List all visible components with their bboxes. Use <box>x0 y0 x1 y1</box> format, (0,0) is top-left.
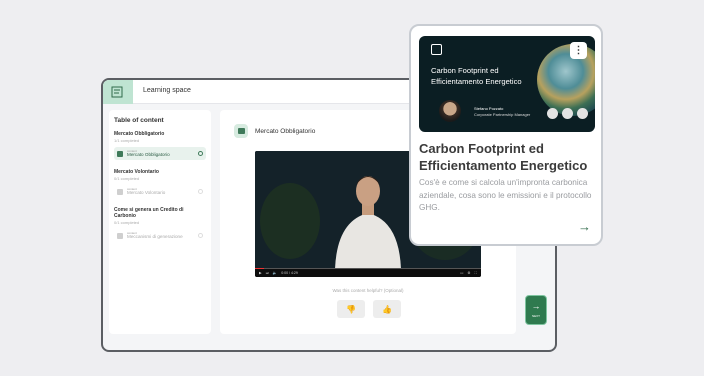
video-icon <box>117 232 123 239</box>
card-description: Cos'è e come si calcola un'impronta carb… <box>419 178 592 213</box>
next-button[interactable]: → NEXT <box>525 295 547 325</box>
section-title: Come si genera un Credito di Carbonio <box>114 207 184 219</box>
section-title: Mercato Obbligatorio <box>114 131 165 137</box>
book-icon <box>111 86 123 98</box>
toc-section: Mercato Volontario 0/1 completed content… <box>114 169 206 198</box>
book-icon <box>431 44 442 55</box>
partner-badges <box>547 108 588 119</box>
check-icon <box>198 233 203 238</box>
thumbs-down-button[interactable]: 👎 <box>337 300 365 318</box>
thumbs-up-icon: 👍 <box>382 304 392 314</box>
badge-icon <box>547 108 558 119</box>
item-name: Meccanismi di generazione <box>127 233 183 239</box>
fullscreen-icon[interactable]: ⛶ <box>475 271 477 275</box>
table-of-content: Table of content Mercato Obbligatorio 1/… <box>109 110 211 334</box>
video-icon <box>234 124 248 138</box>
card-title: Carbon Footprint ed Efficientamento Ener… <box>419 141 588 174</box>
feedback-prompt: Was this content helpful? (Optional) <box>332 288 404 293</box>
item-name: Mercato Obbligatorio <box>127 151 170 157</box>
volume-icon[interactable]: 🔈 <box>273 271 277 275</box>
content-title: Mercato Obbligatorio <box>255 127 316 135</box>
badge-icon <box>562 108 573 119</box>
content-header: Mercato Obbligatorio <box>234 124 315 138</box>
toc-section: Mercato Obbligatorio 1/1 completed conte… <box>114 131 206 160</box>
learning-space-label: Learning space <box>143 87 191 94</box>
check-icon <box>198 189 203 194</box>
video-controls: ▶ ⏭ 🔈 0:00 / 4:29 ▭ ⚙ ⛶ <box>255 269 481 277</box>
section-progress: 1/1 completed <box>114 138 140 143</box>
check-icon <box>198 151 203 156</box>
video-icon <box>117 188 123 195</box>
more-options-button[interactable]: ⋮ <box>570 42 587 59</box>
toc-item-meccanismi[interactable]: content Meccanismi di generazione <box>114 229 206 242</box>
card-thumbnail: Carbon Footprint ed Efficientamento Ener… <box>419 36 595 132</box>
speaker-avatar <box>439 100 461 122</box>
toc-section: Come si genera un Credito di Carbonio 0/… <box>114 207 206 242</box>
section-progress: 0/1 completed <box>114 220 140 225</box>
course-card[interactable]: Carbon Footprint ed Efficientamento Ener… <box>409 24 603 246</box>
more-vertical-icon: ⋮ <box>573 45 584 56</box>
speaker-role: Corporate Partnership Manager <box>474 112 531 117</box>
section-progress: 0/1 completed <box>114 176 140 181</box>
app-logo[interactable] <box>103 80 133 104</box>
next-label: NEXT <box>531 314 540 318</box>
video-icon <box>117 150 123 157</box>
thumbs-down-icon: 👎 <box>346 304 356 314</box>
thumbnail-title: Carbon Footprint ed Efficientamento Ener… <box>431 66 522 86</box>
play-icon[interactable]: ▶ <box>259 271 262 275</box>
skip-icon[interactable]: ⏭ <box>266 271 269 275</box>
item-name: Mercato Volontario <box>127 189 166 195</box>
video-time: 0:00 / 4:29 <box>281 271 298 275</box>
toc-item-mercato-obbligatorio[interactable]: content Mercato Obbligatorio <box>114 147 206 160</box>
arrow-right-icon[interactable]: → <box>578 219 591 234</box>
toc-title: Table of content <box>114 117 164 124</box>
thumbs-up-button[interactable]: 👍 <box>373 300 401 318</box>
badge-icon <box>577 108 588 119</box>
section-title: Mercato Volontario <box>114 169 159 175</box>
settings-icon[interactable]: ⚙ <box>467 271 470 275</box>
subtitles-icon[interactable]: ▭ <box>460 271 463 275</box>
arrow-right-icon: → <box>531 301 541 311</box>
toc-item-mercato-volontario[interactable]: content Mercato Volontario <box>114 185 206 198</box>
speaker-info: Stefano Pozzato Corporate Partnership Ma… <box>474 106 530 118</box>
